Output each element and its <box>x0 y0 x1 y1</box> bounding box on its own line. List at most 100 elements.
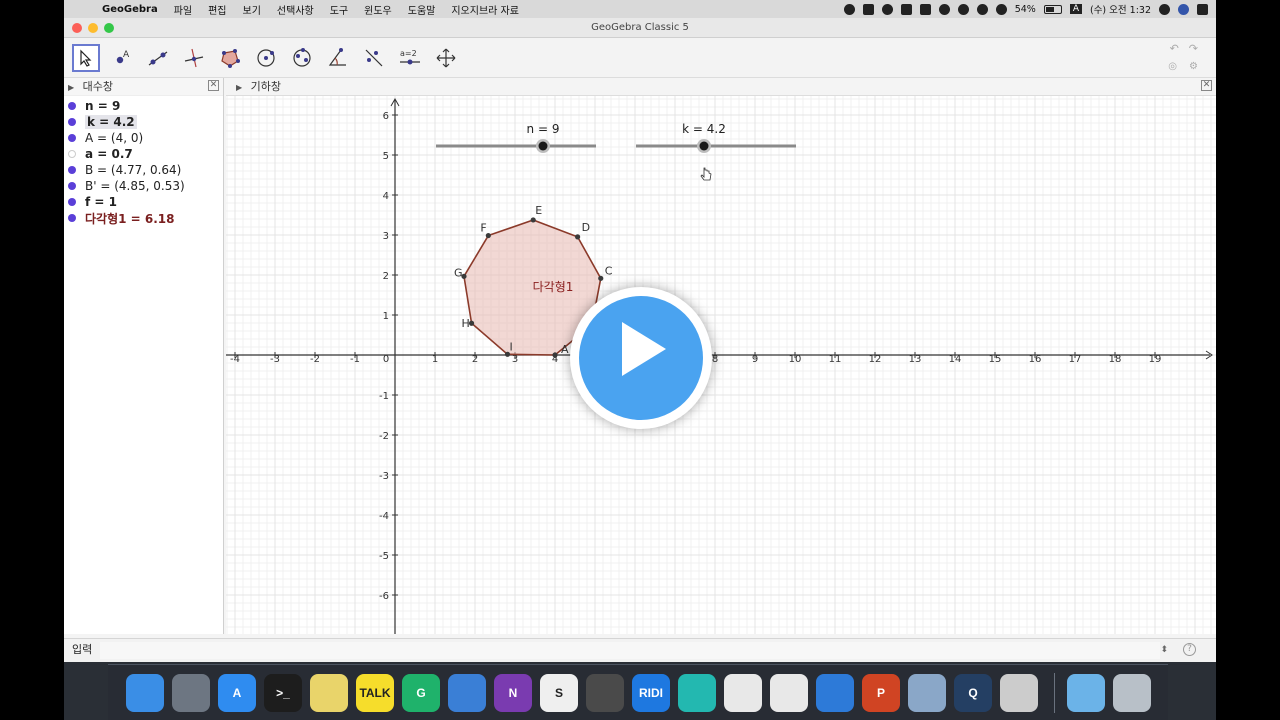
redo-icon[interactable]: ↷ <box>1189 42 1198 55</box>
dock-finder-icon[interactable] <box>126 673 164 712</box>
chat-icon[interactable] <box>881 3 893 15</box>
dropbox-icon[interactable] <box>919 3 931 15</box>
vertex-label: I <box>509 340 512 353</box>
close-graphics-view-button[interactable]: ✕ <box>1201 80 1212 91</box>
collapse-arrow-icon[interactable]: ▶ <box>236 83 242 92</box>
dock-terminal-icon[interactable]: >_ <box>264 673 302 712</box>
user-avatar-icon[interactable] <box>1178 3 1189 15</box>
dock-screenshot-icon[interactable] <box>586 673 624 712</box>
spotlight-icon[interactable] <box>1159 3 1170 15</box>
move-graphics-view-button[interactable] <box>432 44 460 72</box>
perpendicular-tool-button[interactable] <box>180 44 208 72</box>
text-tool-icon[interactable] <box>862 3 874 15</box>
slider-tool-button[interactable]: a=2 <box>396 44 424 72</box>
input-field[interactable] <box>100 642 1160 659</box>
volume-icon[interactable] <box>995 3 1007 15</box>
dock-app-store-icon[interactable]: A <box>218 673 256 712</box>
visibility-toggle[interactable] <box>68 182 76 190</box>
graphics-view[interactable]: ▶ 기하창 ✕ -4-3-2-1012345678910111213141516… <box>226 78 1216 634</box>
vertex-point[interactable] <box>575 234 581 240</box>
algebra-row[interactable]: k = 4.2 <box>64 114 223 130</box>
dock-kakaotalk-icon[interactable]: TALK <box>356 673 394 712</box>
vertex-point[interactable] <box>552 352 558 358</box>
line-tool-button[interactable] <box>144 44 172 72</box>
vertex-label: D <box>582 221 590 234</box>
dock-geogebra-2-icon[interactable] <box>770 673 808 712</box>
dock-quicktime-icon[interactable]: Q <box>954 673 992 712</box>
dock-onenote-icon[interactable]: N <box>494 673 532 712</box>
dock-grammarly-icon[interactable]: G <box>402 673 440 712</box>
menu-file[interactable]: 파일 <box>166 2 200 17</box>
menu-view[interactable]: 보기 <box>235 2 269 17</box>
dock-launchpad-icon[interactable] <box>172 673 210 712</box>
algebra-row[interactable]: 다각형1 = 6.18 <box>64 210 223 226</box>
settings-gear-icon[interactable]: ⚙ <box>1189 61 1198 72</box>
algebra-row[interactable]: B' = (4.85, 0.53) <box>64 178 223 194</box>
bookmark-icon[interactable] <box>900 3 912 15</box>
visibility-toggle[interactable] <box>68 198 76 206</box>
menu-geogebra-materials[interactable]: 지오지브라 자료 <box>443 2 527 17</box>
dock-preview-icon[interactable] <box>908 673 946 712</box>
algebra-row[interactable]: A = (4, 0) <box>64 130 223 146</box>
dock-stage-icon[interactable] <box>816 673 854 712</box>
algebra-row[interactable]: a = 0.7 <box>64 146 223 162</box>
dock-stickies-icon[interactable] <box>310 673 348 712</box>
point-tool-button[interactable]: A <box>108 44 136 72</box>
minimize-window-button[interactable] <box>88 23 98 33</box>
menu-help[interactable]: 도움말 <box>400 2 444 17</box>
circle-tool-button[interactable] <box>252 44 280 72</box>
visibility-toggle[interactable] <box>68 150 76 158</box>
dock-whale-icon[interactable] <box>678 673 716 712</box>
algebra-row[interactable]: f = 1 <box>64 194 223 210</box>
dock-powerpoint-icon[interactable]: P <box>862 673 900 712</box>
wifi-icon[interactable] <box>976 3 988 15</box>
collapse-arrow-icon[interactable]: ▶ <box>68 83 74 92</box>
vertex-point[interactable] <box>530 217 536 223</box>
bluetooth-icon[interactable] <box>957 3 969 15</box>
polygon-tool-button[interactable] <box>216 44 244 72</box>
dock-keynote-icon[interactable] <box>448 673 486 712</box>
graphics-canvas[interactable]: -4-3-2-101234567891011121314151617181965… <box>226 96 1216 634</box>
dock-trash-icon[interactable] <box>1113 673 1151 712</box>
menu-tools[interactable]: 도구 <box>322 2 356 17</box>
visibility-toggle[interactable] <box>68 102 76 110</box>
graphics-view-header: ▶ 기하창 ✕ <box>226 78 1216 96</box>
reflect-tool-button[interactable] <box>360 44 388 72</box>
time-machine-icon[interactable] <box>938 3 950 15</box>
record-icon[interactable] <box>843 3 855 15</box>
visibility-toggle[interactable] <box>68 118 76 126</box>
input-source-indicator[interactable]: A <box>1069 4 1082 14</box>
close-window-button[interactable] <box>72 23 82 33</box>
menu-options[interactable]: 선택사항 <box>269 2 322 17</box>
visibility-toggle[interactable] <box>68 166 76 174</box>
move-tool-button[interactable] <box>72 44 100 72</box>
slider-knob[interactable] <box>699 141 709 151</box>
vertex-point[interactable] <box>598 275 604 281</box>
dock-downloads-folder-icon[interactable] <box>1067 673 1105 712</box>
conic-tool-button[interactable] <box>288 44 316 72</box>
close-algebra-view-button[interactable]: ✕ <box>208 80 219 91</box>
menu-clock[interactable]: (수) 오전 1:32 <box>1090 2 1151 16</box>
dock-geogebra-1-icon[interactable] <box>724 673 762 712</box>
algebra-row[interactable]: n = 9 <box>64 98 223 114</box>
dock-scrivener-icon[interactable]: S <box>540 673 578 712</box>
zoom-window-button[interactable] <box>104 23 114 33</box>
notification-center-icon[interactable] <box>1197 3 1208 15</box>
menu-app-name[interactable]: GeoGebra <box>94 4 166 15</box>
algebra-row-text: a = 0.7 <box>85 147 133 161</box>
algebra-row[interactable]: B = (4.77, 0.64) <box>64 162 223 178</box>
style-bar-icon[interactable]: ◎ <box>1168 61 1177 72</box>
angle-tool-button[interactable] <box>324 44 352 72</box>
slider-knob[interactable] <box>538 141 548 151</box>
visibility-toggle[interactable] <box>68 134 76 142</box>
dock-documents-icon[interactable] <box>1000 673 1038 712</box>
dock-ridi-icon[interactable]: RIDI <box>632 673 670 712</box>
input-history-stepper[interactable]: ⬍ <box>1160 639 1168 661</box>
input-help-button[interactable]: ? <box>1183 643 1196 656</box>
battery-icon[interactable] <box>1043 4 1062 14</box>
undo-icon[interactable]: ↶ <box>1170 42 1179 55</box>
menu-window[interactable]: 윈도우 <box>356 2 400 17</box>
menu-edit[interactable]: 편집 <box>200 2 234 17</box>
visibility-toggle[interactable] <box>68 214 76 222</box>
video-play-button[interactable] <box>570 287 712 429</box>
